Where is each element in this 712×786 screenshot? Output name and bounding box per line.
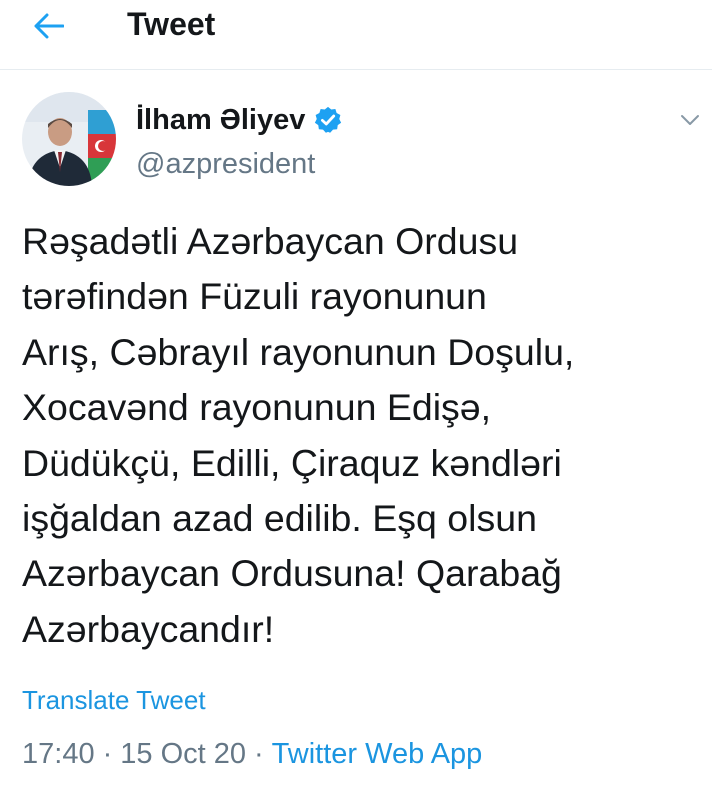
tweet-date: 15 Oct 20 <box>120 738 246 770</box>
author-handle[interactable]: @azpresident <box>136 144 315 184</box>
tweet-meta: 17:40 · 15 Oct 20 · Twitter Web App <box>22 734 482 774</box>
author-name-row: İlham Əliyev <box>136 100 343 140</box>
meta-separator: · <box>254 738 264 770</box>
avatar-image <box>22 92 116 186</box>
tweet-source-link[interactable]: Twitter Web App <box>272 734 483 774</box>
translate-tweet-link[interactable]: Translate Tweet <box>22 682 206 718</box>
arrow-left-icon <box>34 13 64 39</box>
page-title: Tweet <box>127 6 216 42</box>
avatar[interactable] <box>22 92 116 186</box>
chevron-down-icon <box>681 115 699 125</box>
author-name[interactable]: İlham Əliyev <box>136 100 305 140</box>
back-button[interactable] <box>22 4 76 48</box>
tweet-menu-button[interactable] <box>670 100 710 140</box>
top-bar: Tweet <box>0 0 712 70</box>
tweet-text: Rəşadətli Azərbaycan Ordusu tərəfindən F… <box>22 220 575 650</box>
meta-separator: · <box>102 738 113 770</box>
verified-badge-icon <box>315 106 342 133</box>
tweet-time: 17:40 <box>22 738 95 770</box>
